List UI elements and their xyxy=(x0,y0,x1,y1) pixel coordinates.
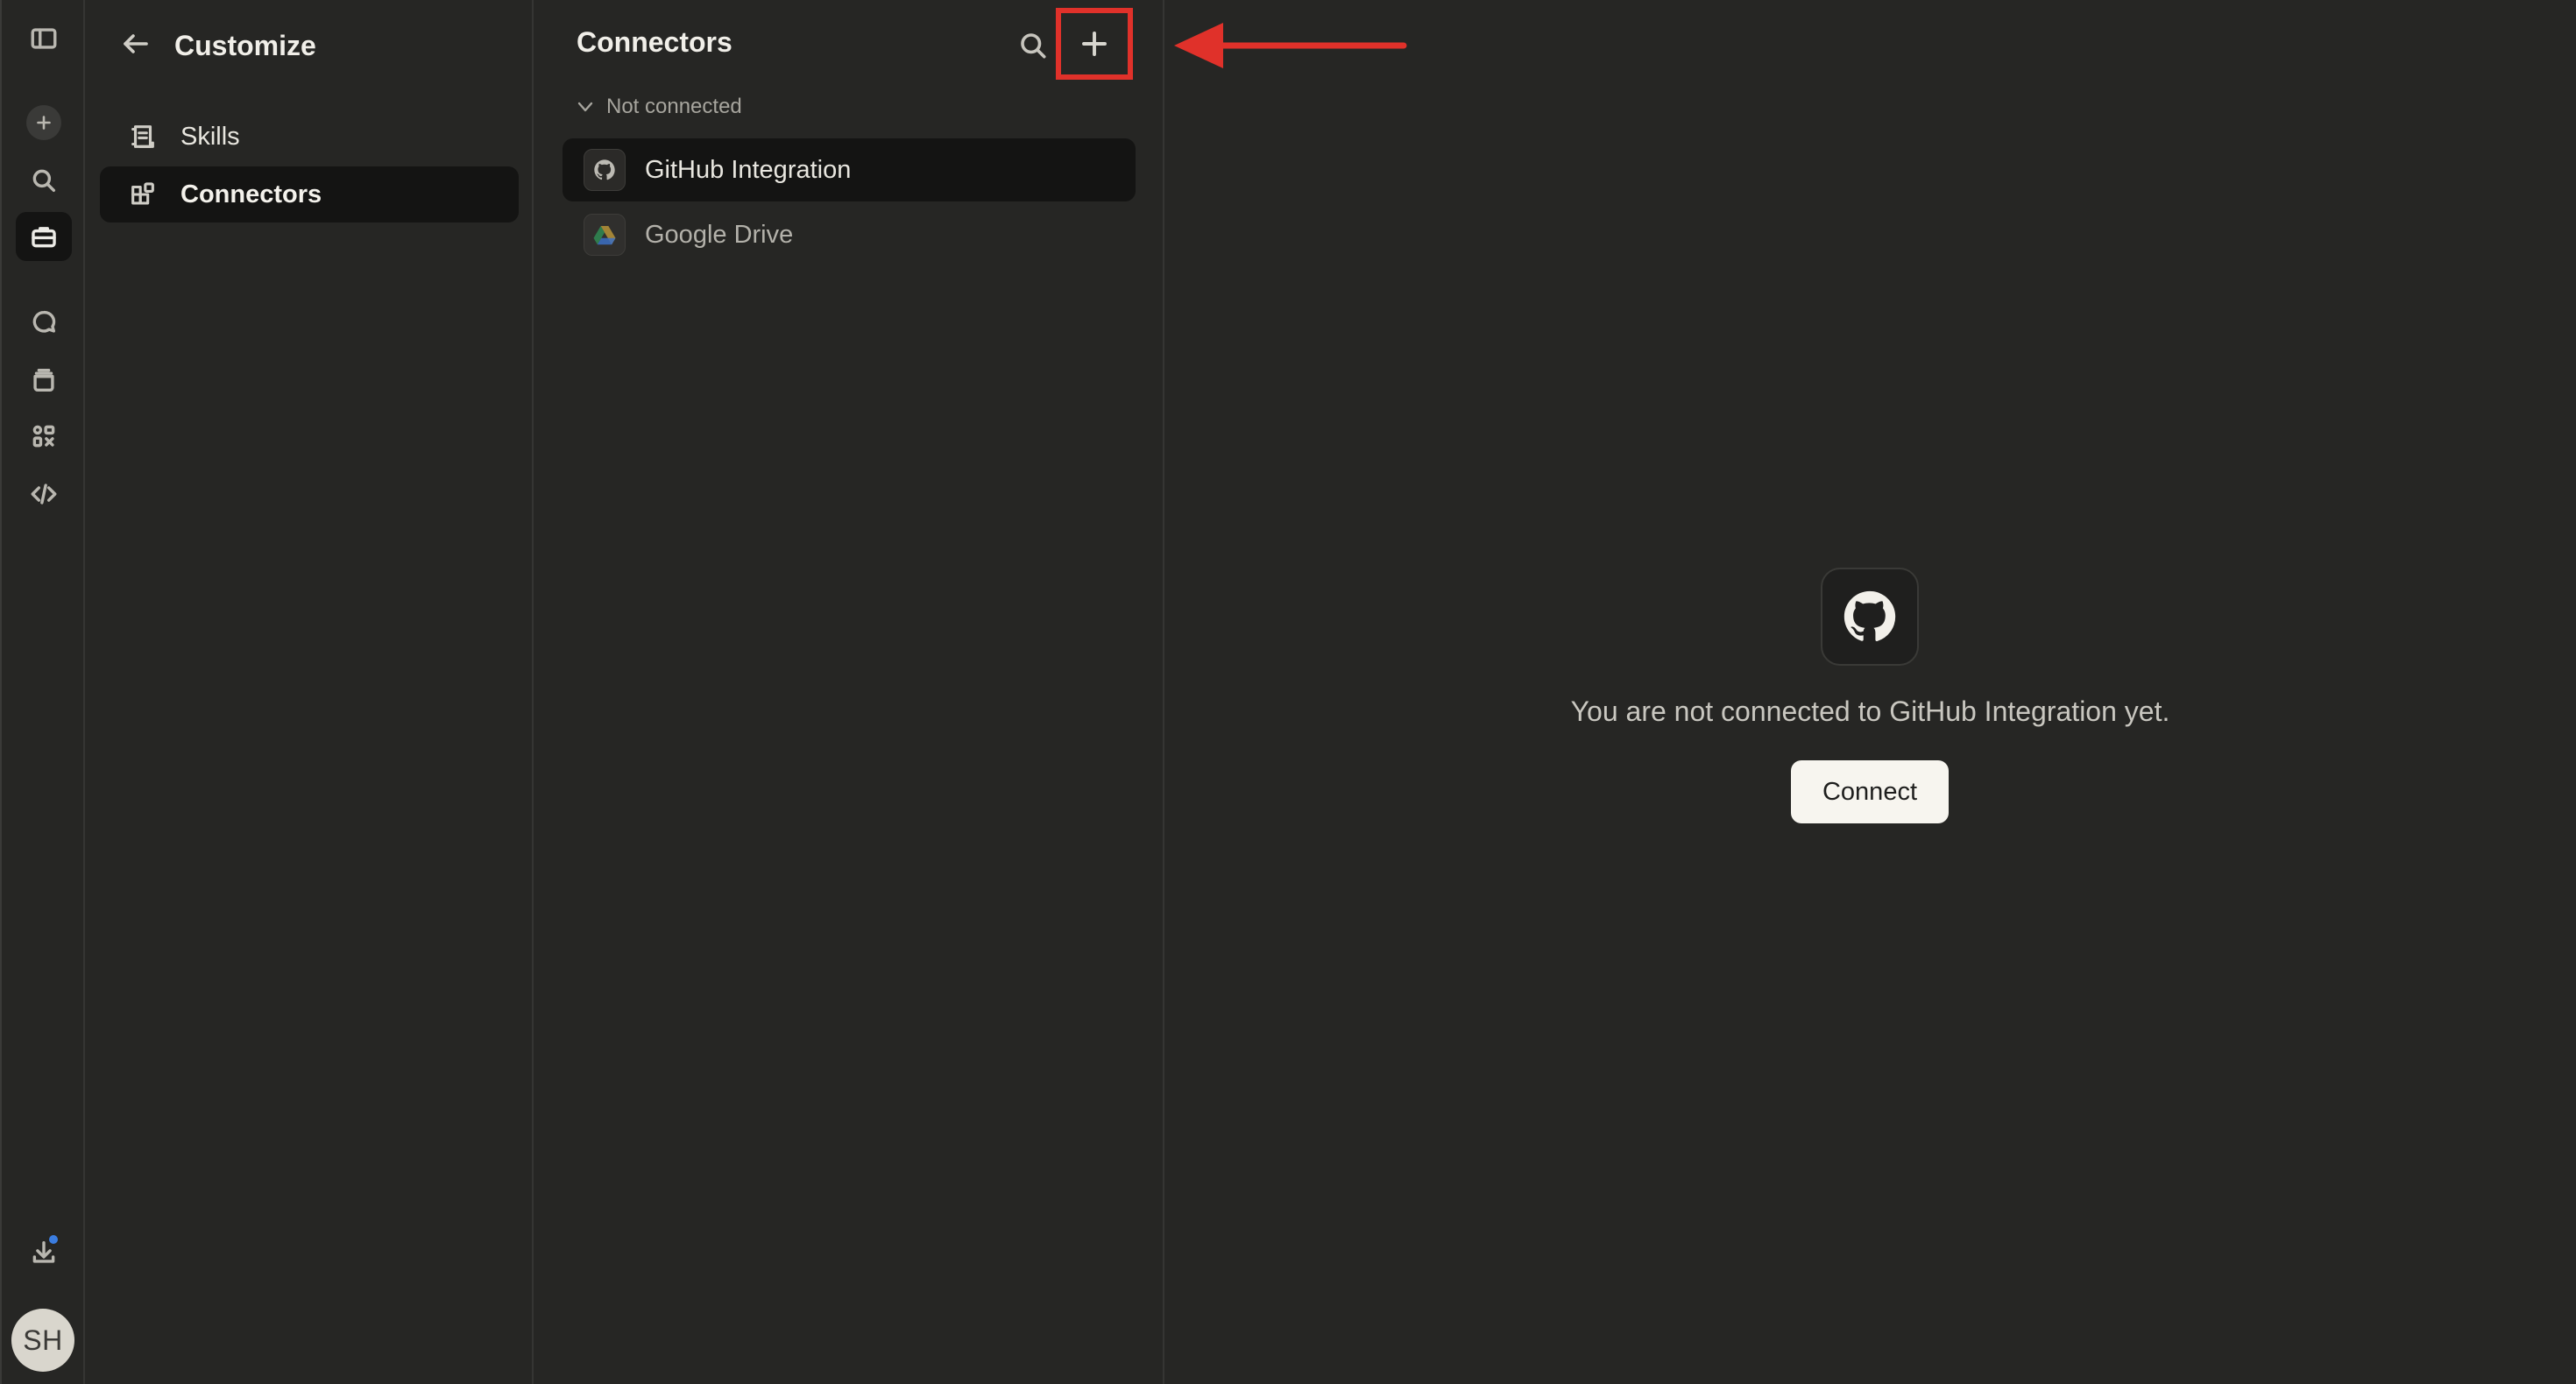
connector-label: Google Drive xyxy=(645,220,794,249)
connectors-search-button[interactable] xyxy=(1008,21,1058,70)
annotation-arrow-icon xyxy=(1174,23,1407,68)
search-icon xyxy=(32,169,56,193)
download-button[interactable] xyxy=(16,1228,72,1277)
search-icon xyxy=(1021,33,1046,59)
section-label: Not connected xyxy=(606,95,742,118)
code-icon xyxy=(31,484,57,505)
artifacts-icon xyxy=(32,425,55,448)
connectors-title: Connectors xyxy=(577,26,732,58)
back-button[interactable] xyxy=(120,28,152,64)
nav-item-label: Connectors xyxy=(180,180,322,208)
back-arrow-icon xyxy=(124,33,148,53)
artifacts-button[interactable] xyxy=(16,412,72,461)
projects-icon xyxy=(33,368,54,392)
icon-rail: SH xyxy=(0,0,85,1384)
github-icon xyxy=(584,149,626,191)
chevron-down-icon xyxy=(577,102,593,112)
nav-item-connectors[interactable]: Connectors xyxy=(100,166,519,222)
customize-toolbox-icon xyxy=(32,227,56,248)
connector-item-github[interactable]: GitHub Integration xyxy=(563,138,1136,201)
customize-header: Customize xyxy=(120,21,316,70)
chats-button[interactable] xyxy=(16,298,72,347)
chats-icon xyxy=(32,310,56,333)
new-chat-button[interactable] xyxy=(16,98,72,147)
nav-item-label: Skills xyxy=(180,122,240,151)
code-button[interactable] xyxy=(16,470,72,519)
notification-badge xyxy=(47,1233,60,1246)
nav-item-skills[interactable]: Skills xyxy=(100,109,519,165)
new-chat-icon xyxy=(26,105,61,140)
github-logo-icon xyxy=(1821,568,1919,666)
connector-detail-pane: You are not connected to GitHub Integrat… xyxy=(1164,0,2576,1384)
plus-icon xyxy=(1082,32,1107,56)
not-connected-section-toggle[interactable]: Not connected xyxy=(575,95,742,119)
search-button[interactable] xyxy=(16,156,72,205)
sidebar-toggle-button[interactable] xyxy=(16,14,72,63)
connector-item-google-drive[interactable]: Google Drive xyxy=(563,203,1136,266)
connectors-panel: Connectors Not connected GitHub Integrat… xyxy=(534,0,1164,1384)
customize-panel: Customize Skills Connectors xyxy=(85,0,534,1384)
google-drive-icon xyxy=(584,214,626,256)
avatar[interactable]: SH xyxy=(11,1309,74,1372)
customize-button[interactable] xyxy=(16,212,72,261)
page-title: Customize xyxy=(174,29,316,61)
sidebar-toggle-icon xyxy=(31,28,57,49)
skills-icon xyxy=(131,125,154,148)
connector-label: GitHub Integration xyxy=(645,155,852,184)
add-connector-button[interactable] xyxy=(1056,8,1133,80)
connectors-icon xyxy=(131,182,154,205)
projects-button[interactable] xyxy=(16,356,72,405)
connect-button[interactable]: Connect xyxy=(1791,760,1949,823)
not-connected-message: You are not connected to GitHub Integrat… xyxy=(1570,696,2170,727)
app-window: SH Customize Skills Connectors Connector… xyxy=(0,0,2576,1384)
